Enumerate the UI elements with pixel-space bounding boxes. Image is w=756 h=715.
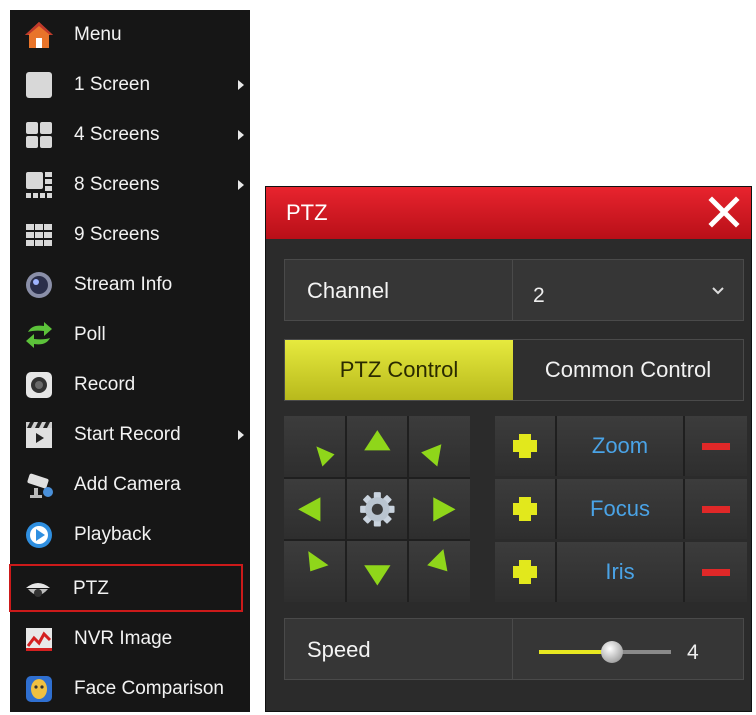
nine-screens-icon (26, 224, 52, 246)
start-record-icon (26, 422, 52, 448)
arrow-down-right-icon (427, 549, 448, 572)
channel-label: Channel (307, 278, 389, 303)
add-camera-icon (27, 473, 53, 498)
speed-label: Speed (307, 637, 371, 662)
ptz-dialog: PTZ Channel 2 PTZ Control Common Control (265, 186, 752, 712)
plus-icon (513, 560, 537, 584)
minus-icon (702, 569, 730, 576)
tab-common-control[interactable]: Common Control (513, 340, 743, 400)
menu-item-face-comparison[interactable]: Face Comparison (10, 664, 250, 714)
pan-left-button[interactable] (284, 478, 345, 540)
plus-icon (513, 434, 537, 458)
submenu-arrow-icon (238, 180, 244, 190)
menu-item-add-camera[interactable]: Add Camera (10, 460, 250, 510)
minus-icon (702, 443, 730, 450)
playback-icon (26, 522, 52, 548)
iris-minus-button[interactable] (685, 542, 747, 602)
submenu-arrow-icon (238, 130, 244, 140)
arrow-up-right-icon (421, 444, 442, 467)
zoom-label: Zoom (591, 433, 649, 458)
tab-ptz-control[interactable]: PTZ Control (285, 340, 513, 400)
submenu-arrow-icon (238, 430, 244, 440)
menu-item-1-screen[interactable]: 1 Screen (10, 60, 250, 110)
arrow-left-icon (298, 496, 321, 522)
pan-right-button[interactable] (409, 478, 470, 540)
channel-value: 2 (533, 284, 545, 307)
focus-plus-button[interactable] (495, 479, 555, 539)
channel-select[interactable]: 2 (513, 260, 743, 320)
submenu-arrow-icon (238, 80, 244, 90)
dialog-title: PTZ (286, 200, 328, 225)
speed-slider-handle[interactable] (600, 641, 623, 663)
home-icon (25, 22, 53, 48)
direction-pad (284, 416, 470, 602)
face-comparison-icon (26, 676, 52, 702)
context-menu: Menu 1 Screen 4 Screens 8 Screens 9 Scre… (9, 10, 250, 714)
menu-item-ptz[interactable]: PTZ (9, 564, 243, 612)
iris-label: Iris (605, 559, 635, 584)
plus-icon (513, 497, 537, 521)
close-icon[interactable] (705, 193, 743, 231)
ptz-icon (26, 583, 50, 597)
poll-icon (26, 322, 52, 348)
nvr-image-icon (26, 628, 52, 651)
menu-item-record[interactable]: Record (10, 360, 250, 410)
channel-row: Channel 2 (284, 259, 744, 321)
tilt-up-button[interactable] (346, 416, 408, 477)
zoom-in-button[interactable] (495, 416, 555, 476)
pan-up-right-button[interactable] (409, 416, 470, 477)
menu-item-playback[interactable]: Playback (10, 510, 250, 560)
gear-icon (359, 491, 395, 527)
speed-row: Speed 4 (284, 618, 744, 680)
dialog-title-bar: PTZ (266, 187, 751, 239)
stream-info-icon (26, 272, 52, 298)
four-screens-icon (26, 122, 52, 148)
menu-item-start-record[interactable]: Start Record (10, 410, 250, 460)
arrow-down-left-icon (308, 551, 329, 572)
pan-down-left-button[interactable] (284, 541, 345, 602)
minus-icon (702, 506, 730, 513)
menu-item-8-screens[interactable]: 8 Screens (10, 160, 250, 210)
record-icon (26, 372, 52, 398)
menu-item-nvr-image[interactable]: NVR Image (10, 614, 250, 664)
zoom-row: Zoom (495, 416, 747, 476)
menu-item-poll[interactable]: Poll (10, 310, 250, 360)
menu-item-stream-info[interactable]: Stream Info (10, 260, 250, 310)
ptz-auto-button[interactable] (346, 478, 408, 540)
focus-minus-button[interactable] (685, 479, 747, 539)
eight-screens-icon (26, 172, 52, 198)
lens-controls: Zoom Focus Iris (495, 416, 747, 602)
chevron-down-icon (712, 287, 724, 295)
arrow-up-left-icon (316, 446, 335, 467)
menu-item-menu[interactable]: Menu (10, 10, 250, 60)
single-screen-icon (26, 72, 52, 98)
pan-up-left-button[interactable] (284, 416, 345, 477)
speed-value: 4 (687, 641, 699, 664)
iris-plus-button[interactable] (495, 542, 555, 602)
menu-item-4-screens[interactable]: 4 Screens (10, 110, 250, 160)
arrow-up-icon (363, 430, 391, 451)
focus-row: Focus (495, 479, 747, 539)
menu-item-9-screens[interactable]: 9 Screens (10, 210, 250, 260)
iris-row: Iris (495, 542, 747, 602)
speed-slider[interactable] (539, 641, 671, 663)
zoom-out-button[interactable] (685, 416, 747, 476)
pan-down-right-button[interactable] (409, 541, 470, 602)
focus-label: Focus (590, 496, 650, 521)
tilt-down-button[interactable] (346, 541, 408, 602)
arrow-right-icon (433, 496, 456, 522)
control-tabs: PTZ Control Common Control (284, 339, 744, 401)
arrow-down-icon (363, 565, 391, 586)
